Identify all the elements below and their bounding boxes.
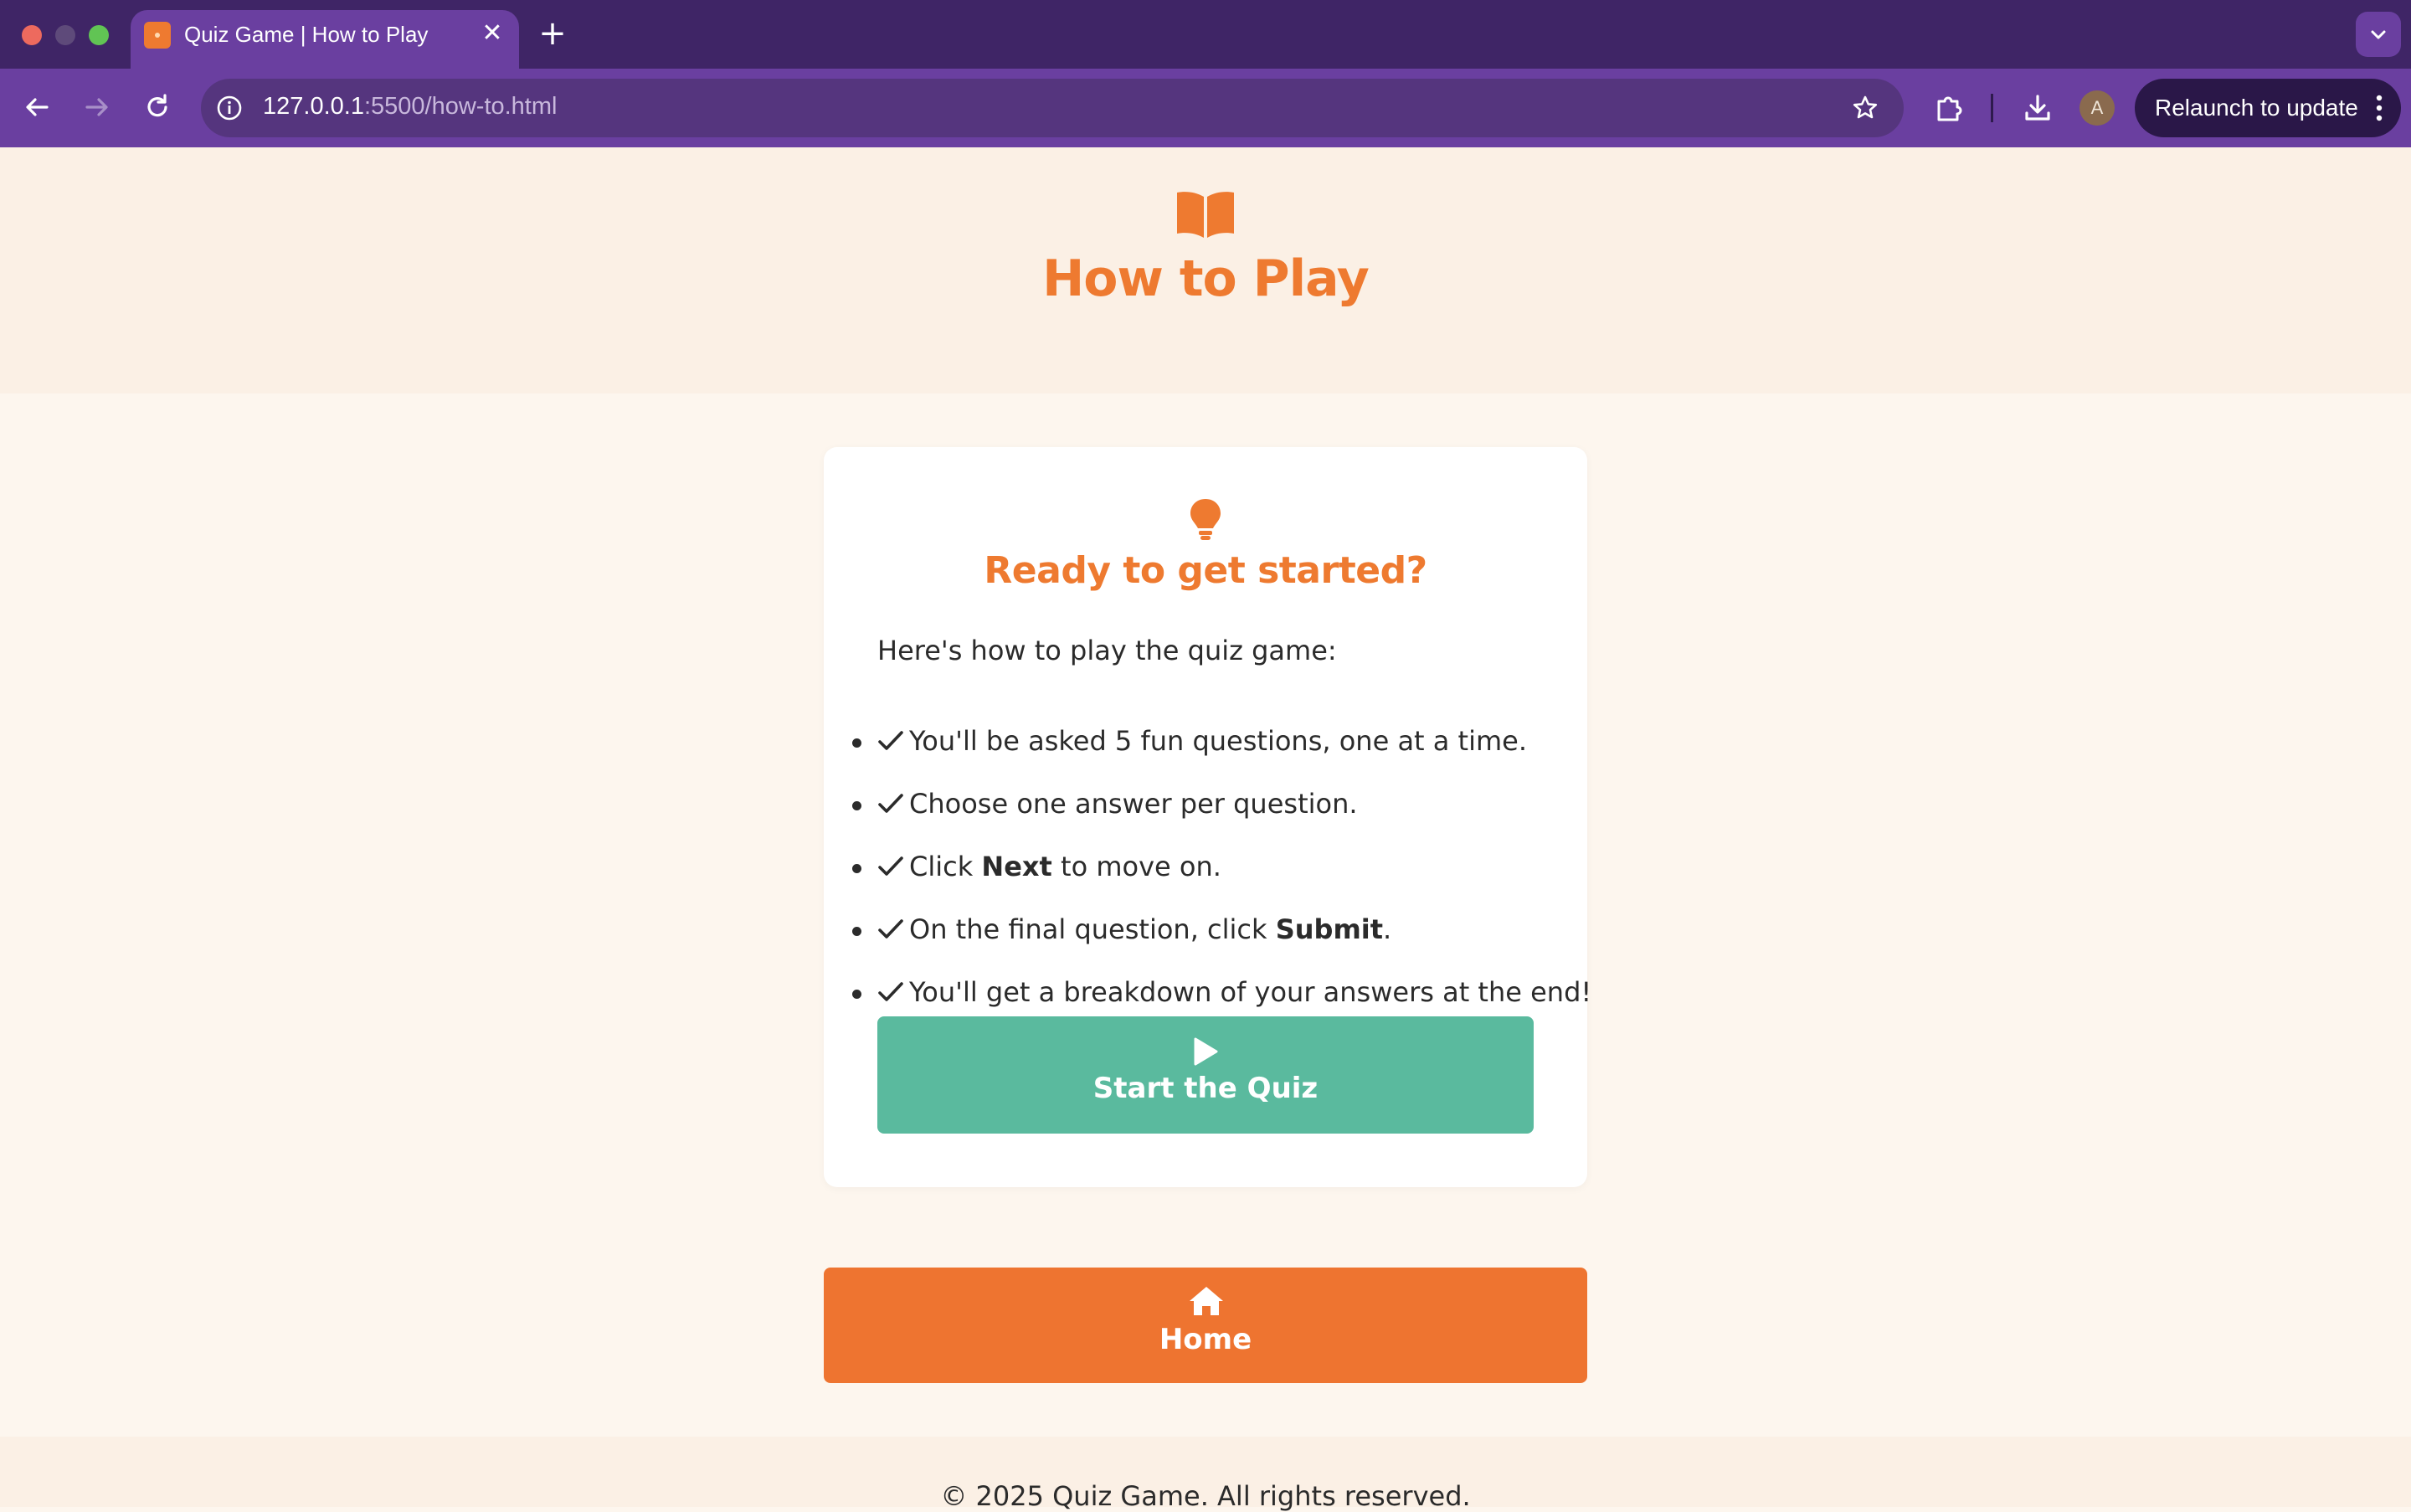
url-path: :5500/how-to.html — [363, 93, 558, 120]
step-text: You'll be asked 5 fun questions, one at … — [909, 725, 1528, 757]
page-footer: © 2025 Quiz Game. All rights reserved. — [0, 1437, 2411, 1512]
browser-tab-active[interactable]: Quiz Game | How to Play ✕ — [131, 10, 519, 69]
intro-text: Here's how to play the quiz game: — [877, 635, 1337, 666]
check-icon — [878, 731, 903, 750]
home-label: Home — [1159, 1323, 1252, 1356]
close-tab-icon[interactable]: ✕ — [477, 18, 507, 49]
instructions-card: Ready to get started? Here's how to play… — [824, 447, 1591, 1187]
tab-title: Quiz Game | How to Play — [184, 22, 429, 47]
browser-toolbar: 127.0.0.1:5500/how-to.html A Relaunch to… — [0, 69, 2411, 147]
profile-avatar[interactable]: A — [2079, 90, 2115, 126]
step-text: You'll get a breakdown of your answers a… — [909, 976, 1592, 1008]
favicon-icon — [144, 22, 171, 49]
url-text[interactable]: 127.0.0.1:5500/how-to.html — [263, 93, 557, 121]
bookmark-star-icon[interactable] — [1850, 93, 1880, 123]
browser-tab-strip: Quiz Game | How to Play ✕ + — [0, 0, 2411, 69]
chevron-down-icon — [2371, 30, 2386, 39]
tab-search-button[interactable] — [2356, 12, 2401, 57]
page-title: How to Play — [1042, 249, 1370, 308]
relaunch-label: Relaunch to update — [2155, 95, 2358, 121]
maximize-window-button[interactable] — [89, 25, 109, 45]
card-title: Ready to get started? — [984, 549, 1427, 592]
home-button[interactable]: Home — [824, 1268, 1587, 1383]
close-window-button[interactable] — [22, 25, 42, 45]
bullet — [852, 738, 861, 748]
check-icon — [878, 856, 903, 876]
extensions-icon[interactable] — [1930, 90, 1967, 126]
bullet — [852, 801, 861, 810]
bullet — [852, 927, 861, 936]
back-button[interactable] — [18, 89, 55, 126]
home-icon — [1190, 1287, 1223, 1315]
start-quiz-button[interactable]: Start the Quiz — [877, 1016, 1534, 1134]
arrow-left-icon — [26, 98, 49, 116]
lightbulb-icon — [1190, 499, 1221, 540]
step-text: Click Next to move on. — [909, 851, 1221, 882]
book-open-icon — [1177, 192, 1234, 238]
forward-button[interactable] — [79, 89, 116, 126]
more-vertical-icon[interactable] — [2374, 92, 2384, 124]
toolbar-divider — [1991, 94, 1993, 122]
address-bar[interactable]: 127.0.0.1:5500/how-to.html — [201, 79, 1904, 137]
arrow-right-icon — [85, 98, 108, 116]
minimize-window-button[interactable] — [55, 25, 75, 45]
site-info-icon[interactable] — [214, 93, 244, 123]
page-header: How to Play — [0, 147, 2411, 393]
bullet — [852, 990, 861, 999]
new-tab-button[interactable]: + — [536, 15, 569, 52]
check-icon — [878, 919, 903, 939]
check-icon — [878, 794, 903, 813]
step-text: On the final question, click Submit. — [909, 913, 1392, 945]
step-text: Choose one answer per question. — [909, 788, 1358, 820]
play-icon — [1194, 1037, 1218, 1066]
start-quiz-label: Start the Quiz — [1092, 1072, 1319, 1105]
download-icon[interactable] — [2019, 90, 2056, 126]
reload-button[interactable] — [139, 89, 176, 126]
reload-icon — [147, 94, 167, 117]
relaunch-button[interactable]: Relaunch to update — [2135, 79, 2401, 137]
copyright-text: © 2025 Quiz Game. All rights reserved. — [940, 1480, 1471, 1512]
bullet — [852, 864, 861, 873]
url-host: 127.0.0.1 — [263, 93, 364, 120]
check-icon — [878, 982, 903, 1001]
